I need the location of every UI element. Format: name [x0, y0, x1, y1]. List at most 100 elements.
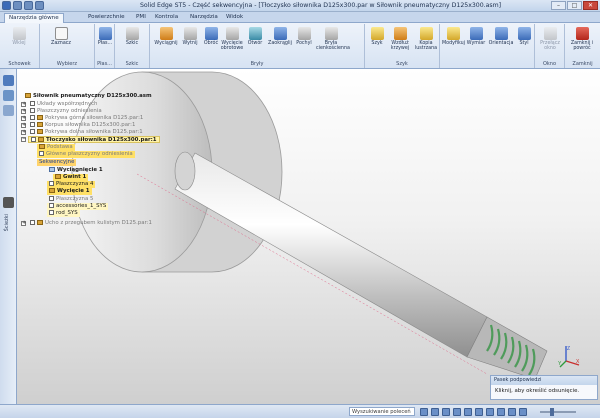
- expand-icon[interactable]: +: [21, 221, 26, 226]
- zoom-slider[interactable]: [540, 408, 576, 416]
- tab-pmi[interactable]: PMI: [132, 13, 150, 23]
- tree-root[interactable]: Siłownik pneumatyczny D125x300.asm: [23, 93, 154, 100]
- group-label-select: Wybierz: [56, 61, 78, 67]
- layers-icon[interactable]: [3, 105, 14, 116]
- expand-icon[interactable]: +: [21, 123, 26, 128]
- view-triad[interactable]: Z X Y: [558, 343, 582, 369]
- checkbox[interactable]: [30, 220, 35, 225]
- tab-home[interactable]: Narzędzia główne: [4, 13, 64, 23]
- modify-icon: [446, 27, 460, 40]
- round-button[interactable]: Zaokrąglij: [266, 27, 294, 46]
- library-icon[interactable]: [3, 90, 14, 101]
- curve-pattern-icon: [393, 27, 407, 40]
- switch-window-icon: [543, 27, 557, 40]
- checkbox[interactable]: [39, 151, 44, 156]
- tab-surfaces[interactable]: Powierzchnie: [84, 13, 129, 23]
- mirror-copy-button[interactable]: Kopia lustrzana: [414, 27, 438, 51]
- tab-tools[interactable]: Narzędzia: [186, 13, 222, 23]
- tree-item[interactable]: Układy współrzędnych: [28, 101, 99, 108]
- paste-button[interactable]: Wklej: [8, 27, 30, 46]
- close-button[interactable]: ✕: [583, 1, 598, 10]
- sensors-icon[interactable]: [3, 197, 14, 208]
- tree-item[interactable]: Płaszczyzny odniesienia: [28, 108, 104, 115]
- tree-item[interactable]: Podstawa: [37, 144, 75, 151]
- shaded-view-icon[interactable]: [475, 408, 483, 416]
- mirror-icon: [419, 27, 433, 40]
- tab-inspect[interactable]: Kontrola: [151, 13, 182, 23]
- tree-item[interactable]: Wyciągnięcie 1: [47, 167, 105, 174]
- tree-item[interactable]: Płaszczyzna 5: [47, 196, 95, 203]
- undo-icon[interactable]: [24, 1, 33, 10]
- checkbox[interactable]: [30, 101, 35, 106]
- checkbox[interactable]: [49, 210, 54, 215]
- prompt-bar-header[interactable]: Pasek podpowiedzi: [491, 376, 597, 385]
- select-button[interactable]: Zaznacz: [50, 27, 72, 46]
- zoom-area-icon[interactable]: [431, 408, 439, 416]
- draft-button[interactable]: Pochyl: [294, 27, 314, 46]
- tree-item[interactable]: Płaszczyzna 4: [47, 181, 96, 188]
- close-and-return-button[interactable]: Zamknij i powróć: [568, 27, 596, 51]
- named-views-icon[interactable]: [508, 408, 516, 416]
- sketch-button[interactable]: Szkic: [121, 27, 143, 46]
- tree-item[interactable]: accessories_1_SYS: [47, 203, 109, 210]
- checkbox[interactable]: [30, 108, 35, 113]
- rotate-icon[interactable]: [464, 408, 472, 416]
- curve-pattern-button[interactable]: Wzdłuż krzywej: [388, 27, 412, 51]
- collapse-icon[interactable]: −: [21, 137, 26, 142]
- maximize-button[interactable]: □: [567, 1, 582, 10]
- revolved-cut-button[interactable]: Wycięcie obrotowe: [220, 27, 244, 51]
- checkbox[interactable]: [49, 203, 54, 208]
- thin-wall-button[interactable]: Bryła cienkościenna: [316, 27, 350, 51]
- minimize-button[interactable]: –: [551, 1, 566, 10]
- checkbox[interactable]: [30, 122, 35, 127]
- expand-icon[interactable]: +: [21, 116, 26, 121]
- expand-icon[interactable]: +: [21, 130, 26, 135]
- modify-button[interactable]: Modyfikuj: [442, 27, 465, 46]
- visible-edges-icon[interactable]: [497, 408, 505, 416]
- hole-button[interactable]: Otwór: [246, 27, 264, 46]
- checkbox[interactable]: [31, 137, 36, 142]
- orient-button[interactable]: Orientacja: [488, 27, 514, 46]
- redo-icon[interactable]: [35, 1, 44, 10]
- zoom-icon[interactable]: [442, 408, 450, 416]
- tree-item[interactable]: Główne płaszczyzny odniesienia: [37, 151, 135, 158]
- tree-item[interactable]: Ucho z przegubem kulistym D125.par:1: [28, 220, 154, 227]
- revolve-button[interactable]: Obróć: [202, 27, 220, 46]
- checkbox[interactable]: [49, 196, 54, 201]
- view-style-icon[interactable]: [486, 408, 494, 416]
- command-search-input[interactable]: Wyszukiwanie poleceń: [349, 407, 415, 416]
- checkbox[interactable]: [49, 181, 54, 186]
- fit-view-icon[interactable]: [420, 408, 428, 416]
- pattern-button[interactable]: Szyk: [368, 27, 386, 46]
- style-button[interactable]: Styl: [516, 27, 532, 46]
- tree-item[interactable]: Pokrywa dolna siłownika D125.par:1: [28, 129, 145, 136]
- pathfinder-icon[interactable]: [3, 75, 14, 86]
- cut-button[interactable]: Wytnij: [180, 27, 200, 46]
- expand-icon[interactable]: +: [21, 102, 26, 107]
- extrude-icon: [159, 27, 173, 40]
- switch-window-button[interactable]: Przełącz okno: [537, 27, 563, 51]
- tree-item-sequential[interactable]: Sekwencyjne: [37, 159, 77, 166]
- z-axis-label: Z: [567, 346, 570, 352]
- tree-item[interactable]: Pokrywa górna siłownika D125.par:1: [28, 115, 145, 122]
- app-menu-icon[interactable]: [2, 1, 11, 10]
- save-icon[interactable]: [13, 1, 22, 10]
- sidebar-label[interactable]: Ścieżki: [4, 214, 10, 231]
- tab-view[interactable]: Widok: [222, 13, 247, 23]
- extrude-button[interactable]: Wyciągnij: [154, 27, 178, 46]
- plane-button[interactable]: Płas...: [97, 27, 113, 46]
- expand-icon[interactable]: +: [21, 109, 26, 114]
- tree-item-active-part[interactable]: Tłoczysko siłownika D125x300.par:1: [28, 136, 160, 143]
- tree-item[interactable]: Gwint 1: [53, 174, 89, 181]
- graphics-viewport[interactable]: Siłownik pneumatyczny D125x300.asm + Ukł…: [17, 69, 600, 404]
- pan-icon[interactable]: [453, 408, 461, 416]
- checkbox[interactable]: [30, 115, 35, 120]
- view-orientation-icon[interactable]: [519, 408, 527, 416]
- thin-wall-icon: [324, 27, 338, 40]
- checkbox[interactable]: [30, 129, 35, 134]
- dimension-button[interactable]: Wymiar: [466, 27, 486, 46]
- zoom-slider-thumb[interactable]: [550, 408, 554, 416]
- tree-item[interactable]: Korpus siłownika D125x300.par:1: [28, 122, 137, 129]
- tree-item[interactable]: rod_SYS: [47, 210, 80, 217]
- tree-item[interactable]: Wycięcie 1: [47, 188, 92, 195]
